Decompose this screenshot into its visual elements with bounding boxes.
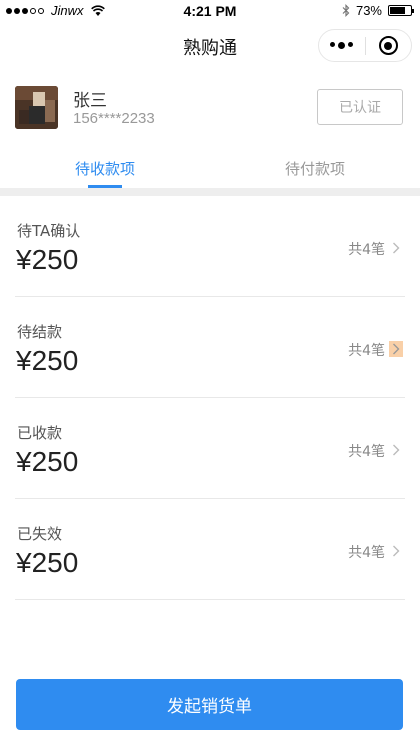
battery-icon [388, 5, 414, 16]
verified-button[interactable]: 已认证 [317, 89, 403, 125]
user-profile: 张三 156****2233 已认证 [15, 86, 405, 132]
avatar [15, 86, 58, 129]
item-label: 待结款 [17, 323, 63, 341]
user-name: 张三 [73, 91, 107, 111]
list-item-received[interactable]: 已收款 ¥250 共4笔 [15, 398, 405, 499]
bluetooth-icon [342, 4, 350, 17]
item-label: 已收款 [17, 424, 63, 442]
item-label: 待TA确认 [17, 222, 81, 240]
chevron-right-icon [389, 240, 403, 256]
item-label: 已失效 [17, 525, 63, 543]
nav-bar: 熟购通 [0, 22, 420, 70]
list-item-pending-confirm[interactable]: 待TA确认 ¥250 共4笔 [15, 196, 405, 297]
mini-program-capsule [318, 29, 412, 62]
tab-bar: 待收款项 待付款项 [0, 150, 420, 188]
item-amount: ¥250 [16, 547, 79, 578]
item-count: 共4笔 [348, 444, 385, 460]
list-item-pending-settle[interactable]: 待结款 ¥250 共4笔 [15, 297, 405, 398]
item-count: 共4笔 [348, 343, 385, 359]
target-icon [378, 36, 398, 55]
battery-fill [390, 7, 405, 14]
chevron-right-icon [389, 543, 403, 559]
chevron-right-icon [389, 341, 403, 357]
tab-receivables-label: 待收款项 [74, 160, 135, 178]
status-bar: Jinwx 4:21 PM 73% [0, 0, 420, 22]
more-button[interactable] [319, 42, 365, 49]
status-right: 73% [342, 3, 414, 18]
item-count: 共4笔 [348, 242, 385, 258]
close-button[interactable] [365, 36, 411, 55]
battery-percent: 73% [355, 3, 382, 18]
section-divider [0, 188, 420, 196]
chevron-right-icon [389, 442, 403, 458]
list-item-expired[interactable]: 已失效 ¥250 共4笔 [15, 499, 405, 600]
item-amount: ¥250 [16, 244, 79, 275]
item-count: 共4笔 [348, 545, 385, 561]
create-sales-order-button[interactable]: 发起销货单 [16, 679, 403, 730]
item-amount: ¥250 [16, 345, 79, 376]
receivables-list: 待TA确认 ¥250 共4笔 待结款 ¥250 共4笔 已收款 ¥250 共4笔… [15, 196, 405, 600]
tab-receivables[interactable]: 待收款项 [0, 150, 210, 188]
tab-payables-label: 待付款项 [284, 160, 345, 178]
item-amount: ¥250 [16, 446, 79, 477]
user-phone: 156****2233 [73, 110, 155, 127]
tab-payables[interactable]: 待付款项 [210, 150, 420, 188]
